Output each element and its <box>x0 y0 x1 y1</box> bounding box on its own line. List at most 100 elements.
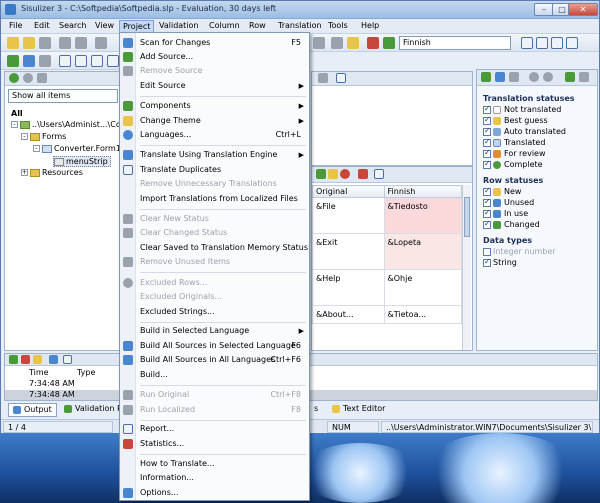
column-header-time[interactable]: Time <box>29 368 49 377</box>
menu-item-build-all-sources-all[interactable]: Build All Sources in All Languages Ctrl+F… <box>120 353 309 367</box>
layout-icon[interactable] <box>536 37 548 49</box>
expand-icon[interactable]: + <box>21 169 28 176</box>
tree-item-forms[interactable]: - Forms <box>21 132 66 141</box>
cell-original[interactable]: &Exit <box>312 233 385 270</box>
menu-item-translate-duplicates[interactable]: Translate Duplicates <box>120 163 309 177</box>
checkbox-changed[interactable]: Changed <box>483 219 540 229</box>
checkbox-in-use[interactable]: In use <box>483 208 528 218</box>
menu-validation[interactable]: Validation <box>159 21 199 30</box>
table-row[interactable]: &Exit &Lopeta <box>312 233 463 270</box>
print-icon[interactable] <box>59 37 71 49</box>
view-icon[interactable] <box>107 55 119 67</box>
accept-icon[interactable] <box>316 169 326 179</box>
tree-item-resources[interactable]: + Resources <box>21 168 83 177</box>
apply-icon[interactable] <box>565 72 575 82</box>
menu-item-excluded-originals[interactable]: Excluded Originals... <box>120 290 309 304</box>
columns-icon[interactable] <box>374 169 384 179</box>
menu-item-clear-saved-tm-status[interactable]: Clear Saved to Translation Memory Status <box>120 241 309 255</box>
check-icon[interactable] <box>383 37 395 49</box>
window-icon[interactable] <box>63 355 72 364</box>
tab-text-editor[interactable]: Text Editor <box>328 403 389 417</box>
scrollbar-thumb[interactable] <box>464 197 470 237</box>
menu-view[interactable]: View <box>95 21 114 30</box>
filter-select[interactable]: Show all items <box>8 89 118 103</box>
zoom-icon[interactable] <box>318 73 328 83</box>
tree-item-form1[interactable]: - Converter.Form1 <box>33 144 121 153</box>
menu-item-remove-unnecessary[interactable]: Remove Unnecessary Translations <box>120 177 309 191</box>
menu-item-components[interactable]: Components ▶ <box>120 99 309 113</box>
collapse-icon[interactable]: - <box>21 133 28 140</box>
table-row[interactable]: &Help &Ohje <box>312 269 463 306</box>
grid-icon[interactable] <box>358 169 368 179</box>
undo-icon[interactable] <box>95 37 107 49</box>
menu-translation[interactable]: Translation <box>278 21 322 30</box>
column-header-original[interactable]: Original <box>312 185 385 198</box>
checkbox-not-translated[interactable]: Not translated <box>483 104 561 114</box>
delete-icon[interactable] <box>21 355 30 364</box>
menu-item-add-source[interactable]: Add Source... <box>120 50 309 64</box>
log-row[interactable]: 7:34:48 AM <box>5 379 123 389</box>
menu-search[interactable]: Search <box>59 21 86 30</box>
check-icon[interactable] <box>9 355 18 364</box>
checkbox-string[interactable]: String <box>483 257 517 267</box>
cell-translation[interactable]: &Tietoa... <box>383 305 463 324</box>
refresh-icon[interactable] <box>7 55 19 67</box>
menu-item-build-selected-language[interactable]: Build in Selected Language ▶ <box>120 324 309 338</box>
grid-scrollbar[interactable] <box>462 185 471 350</box>
clear-filter-icon[interactable] <box>579 72 589 82</box>
menu-item-languages[interactable]: Languages... Ctrl+L <box>120 128 309 142</box>
warning-icon[interactable] <box>33 355 42 364</box>
tree-item-source[interactable]: - ..\Users\Administ...\Conv <box>11 120 131 129</box>
save-icon[interactable] <box>39 37 51 49</box>
filter-icon[interactable] <box>39 55 51 67</box>
copy-icon[interactable] <box>49 355 58 364</box>
cell-original[interactable]: &About... <box>312 305 385 324</box>
view-icon[interactable] <box>75 55 87 67</box>
menu-row[interactable]: Row <box>249 21 266 30</box>
layout-icon[interactable] <box>551 37 563 49</box>
menu-file[interactable]: File <box>9 21 22 30</box>
menu-item-run-original[interactable]: Run Original Ctrl+F8 <box>120 388 309 402</box>
menu-item-clear-new-status[interactable]: Clear New Status <box>120 212 309 226</box>
layout-icon[interactable] <box>566 37 578 49</box>
home-icon[interactable] <box>37 73 47 83</box>
close-button[interactable]: ✕ <box>568 3 598 16</box>
menu-tools[interactable]: Tools <box>328 21 348 30</box>
menu-item-options[interactable]: Options... <box>120 486 309 500</box>
language-select[interactable]: Finnish <box>399 36 511 50</box>
menu-item-run-localized[interactable]: Run Localized F8 <box>120 403 309 417</box>
column-header-finnish[interactable]: Finnish <box>383 185 463 198</box>
menu-item-excluded-strings[interactable]: Excluded Strings... <box>120 305 309 319</box>
find-icon[interactable] <box>313 37 325 49</box>
menu-item-edit-source[interactable]: Edit Source ▶ <box>120 79 309 93</box>
menu-item-statistics[interactable]: Statistics... <box>120 437 309 451</box>
sync-icon[interactable] <box>495 72 505 82</box>
tree-item-all[interactable]: All <box>11 109 23 118</box>
menu-edit[interactable]: Edit <box>34 21 50 30</box>
menu-item-information[interactable]: Information... <box>120 471 309 485</box>
menu-item-import-translations[interactable]: Import Translations from Localized Files <box>120 192 309 206</box>
checkbox-auto-translated[interactable]: Auto translated <box>483 126 566 136</box>
collapse-icon[interactable]: - <box>33 145 40 152</box>
menu-item-scan-for-changes[interactable]: Scan for Changes F5 <box>120 36 309 50</box>
preview-icon[interactable] <box>75 37 87 49</box>
forward-icon[interactable] <box>543 72 553 82</box>
tree-item-menustrip[interactable]: menuStrip <box>53 156 111 167</box>
column-header-type[interactable]: Type <box>77 368 95 377</box>
menu-column[interactable]: Column <box>209 21 240 30</box>
menu-item-remove-unused-items[interactable]: Remove Unused Items <box>120 255 309 269</box>
checkbox-complete[interactable]: Complete <box>483 159 543 169</box>
bookmark-icon[interactable] <box>347 37 359 49</box>
menu-item-change-theme[interactable]: Change Theme ▶ <box>120 114 309 128</box>
new-project-icon[interactable] <box>7 37 19 49</box>
menu-item-build-all-sources-selected[interactable]: Build All Sources in Selected Language F6 <box>120 339 309 353</box>
reject-icon[interactable] <box>340 169 350 179</box>
sync-icon[interactable] <box>23 55 35 67</box>
flag-icon[interactable] <box>367 37 379 49</box>
view-icon[interactable] <box>91 55 103 67</box>
tab-output[interactable]: Output <box>8 403 57 417</box>
filter-icon[interactable] <box>481 72 491 82</box>
menu-item-remove-source[interactable]: Remove Source <box>120 64 309 78</box>
checkbox-best-guess[interactable]: Best guess <box>483 115 548 125</box>
menu-item-excluded-rows[interactable]: Excluded Rows... <box>120 276 309 290</box>
